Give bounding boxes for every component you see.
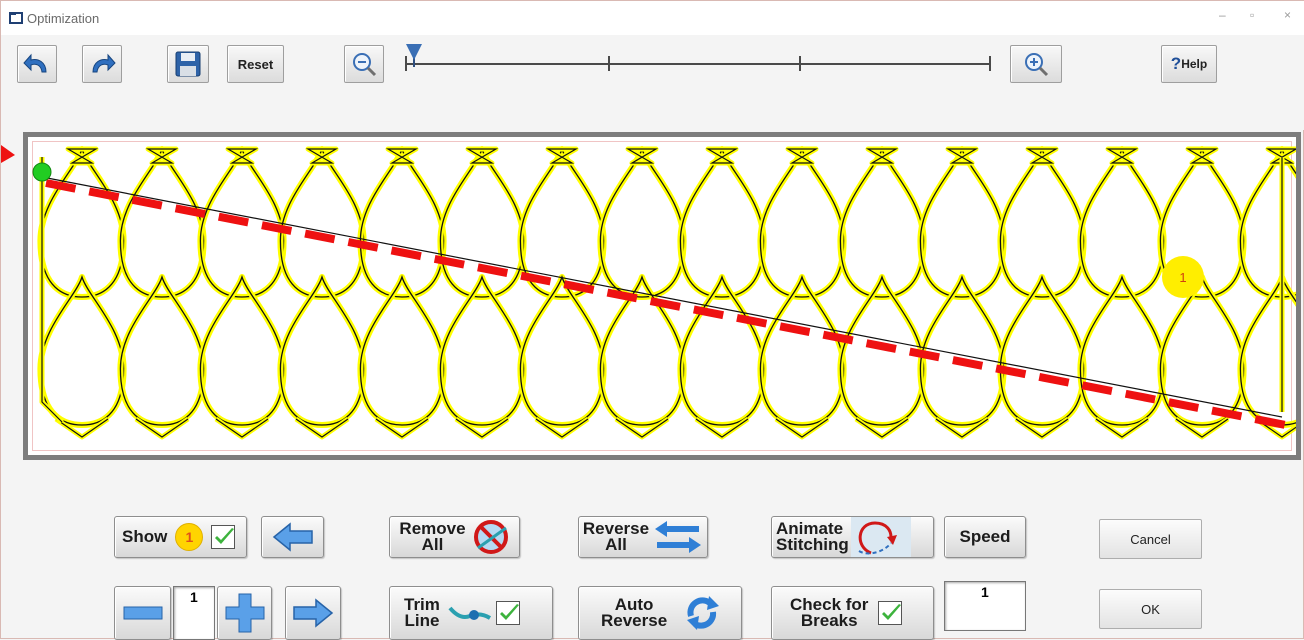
previous-button[interactable]	[261, 516, 324, 558]
help-question-icon: ?	[1170, 54, 1182, 73]
title-bar: Optimization – ▫ ×	[1, 1, 1304, 35]
trim-line-button[interactable]: Trim Line	[389, 586, 553, 640]
speed-button[interactable]: Speed	[944, 516, 1026, 558]
quilt-pattern: 1	[32, 146, 1296, 440]
slider-tick	[799, 56, 801, 71]
help-button[interactable]: ? Help	[1161, 45, 1217, 83]
pattern-loop-glow	[454, 416, 510, 440]
slider-tick	[608, 56, 610, 71]
start-point-marker[interactable]	[32, 162, 52, 182]
save-button[interactable]	[167, 45, 209, 83]
reverse-all-label: Reverse All	[582, 519, 650, 554]
right-arrow-icon	[293, 598, 334, 628]
app-icon	[9, 12, 23, 24]
pattern-loop-glow	[214, 416, 270, 440]
red-arrow-tip-left	[1, 145, 15, 163]
design-canvas[interactable]: 1	[23, 132, 1301, 460]
reverse-all-button[interactable]: Reverse All	[578, 516, 708, 558]
pattern-loop-glow	[54, 416, 110, 440]
zoom-in-button[interactable]	[1010, 45, 1062, 83]
check-for-breaks-label: Check for Breaks	[790, 595, 869, 630]
undo-button[interactable]	[17, 45, 57, 83]
redo-arrow-icon	[92, 53, 116, 73]
checkmark-icon	[882, 604, 902, 620]
trim-line-icon	[448, 606, 491, 620]
rotate-arrows-icon	[687, 596, 720, 630]
slider-track	[405, 63, 991, 65]
slider-tick	[989, 56, 991, 71]
ok-label: OK	[1141, 601, 1160, 617]
animate-loop-icon	[850, 517, 911, 557]
show-label: Show	[122, 527, 168, 546]
reset-button[interactable]: Reset	[227, 45, 284, 83]
increment-button[interactable]	[217, 586, 272, 640]
remove-all-label: Remove All	[399, 519, 466, 554]
window-title: Optimization	[27, 11, 100, 26]
next-button[interactable]	[285, 586, 341, 640]
swap-arrows-icon	[655, 521, 702, 553]
redo-button[interactable]	[82, 45, 122, 83]
checkmark-icon	[499, 604, 519, 620]
magnifier-minus-icon	[353, 53, 377, 77]
sequence-marker-label: 1	[1179, 270, 1186, 285]
slider-thumb[interactable]	[406, 44, 422, 60]
checkmark-icon	[215, 528, 235, 544]
auto-reverse-label: Auto Reverse	[601, 595, 668, 630]
auto-reverse-button[interactable]: Auto Reverse	[578, 586, 742, 640]
show-numbers-button[interactable]: Show 1	[114, 516, 247, 558]
decrement-button[interactable]	[114, 586, 171, 640]
close-button[interactable]: ×	[1284, 8, 1291, 22]
cancel-button[interactable]: Cancel	[1099, 519, 1202, 559]
show-checkbox[interactable]	[211, 525, 236, 549]
speed-label: Speed	[959, 527, 1011, 546]
undo-arrow-icon	[23, 53, 47, 73]
minimize-button[interactable]: –	[1219, 8, 1226, 22]
left-arrow-icon	[272, 522, 313, 552]
no-stitch-icon	[473, 520, 508, 554]
minus-icon	[123, 606, 162, 620]
plus-icon	[225, 593, 264, 633]
check-for-breaks-checkbox[interactable]	[878, 601, 903, 625]
reset-label: Reset	[237, 56, 274, 72]
trim-line-checkbox[interactable]	[495, 601, 520, 625]
check-for-breaks-button[interactable]: Check for Breaks	[771, 586, 934, 640]
maximize-button[interactable]: ▫	[1250, 8, 1254, 22]
speed-value-field[interactable]: 1	[944, 581, 1026, 631]
magnifier-plus-icon	[1025, 53, 1049, 77]
help-label: Help	[1181, 57, 1208, 71]
remove-all-button[interactable]: Remove All	[389, 516, 520, 558]
zoom-out-button[interactable]	[344, 45, 384, 83]
pattern-loop-glow	[1237, 146, 1296, 300]
number-badge-icon: 1	[175, 523, 204, 551]
floppy-disk-icon	[175, 51, 201, 77]
animate-stitching-button[interactable]: Animate Stitching	[771, 516, 934, 558]
animate-stitching-label: Animate Stitching	[776, 519, 849, 554]
cancel-label: Cancel	[1130, 531, 1171, 547]
sequence-number-field[interactable]: 1	[173, 586, 215, 640]
trim-line-label: Trim Line	[404, 595, 440, 630]
ok-button[interactable]: OK	[1099, 589, 1202, 629]
